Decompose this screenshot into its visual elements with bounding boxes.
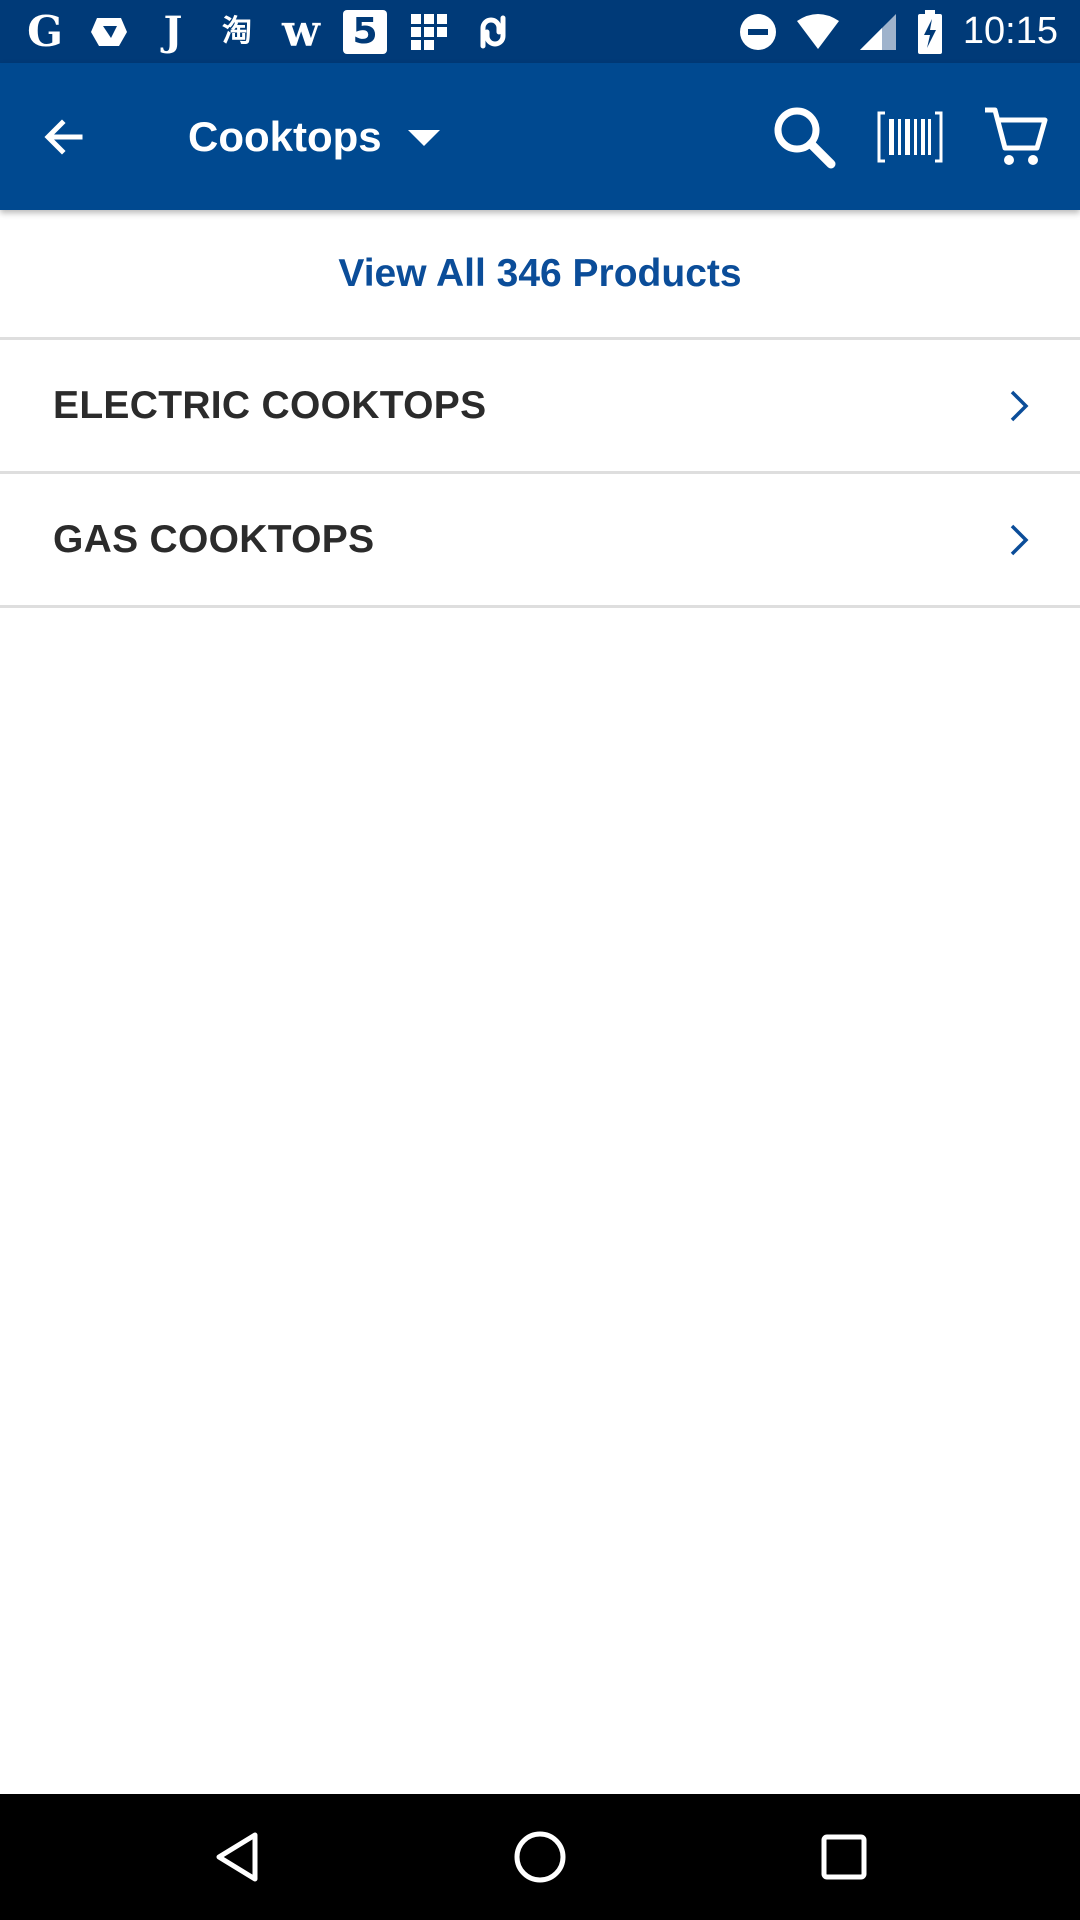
notification-icons: G J 淘 w 5 [22, 0, 516, 63]
chevron-right-icon [1004, 520, 1034, 560]
barcode-scan-icon [877, 111, 943, 163]
back-triangle-icon [216, 1832, 258, 1882]
search-button[interactable] [768, 101, 840, 173]
arrow-left-icon [44, 119, 83, 155]
view-all-label: View All 346 Products [338, 251, 742, 295]
search-icon [774, 107, 836, 169]
nav-back-button[interactable] [198, 1818, 276, 1896]
back-button[interactable] [30, 103, 98, 171]
status-time: 10:15 [962, 10, 1058, 52]
category-label: GAS COOKTOPS [53, 517, 375, 561]
link-icon [470, 9, 516, 55]
j-icon: J [163, 7, 183, 55]
wifi-icon [795, 9, 841, 55]
cart-button[interactable] [980, 101, 1052, 173]
google-icon: G [27, 6, 63, 56]
taobao-icon: 淘 [222, 13, 252, 49]
five-icon: 5 [342, 9, 388, 55]
system-navigation-bar [0, 1794, 1080, 1920]
status-bar: G J 淘 w 5 10:15 [0, 0, 1080, 63]
caret-down-icon [407, 130, 440, 146]
battery-charging-icon [915, 9, 945, 55]
chevron-right-icon [1004, 386, 1034, 426]
category-dropdown[interactable]: Cooktops [188, 101, 440, 173]
category-row-electric-cooktops[interactable]: ELECTRIC COOKTOPS [0, 340, 1080, 474]
home-circle-icon [514, 1831, 566, 1883]
barcode-scan-button[interactable] [874, 101, 946, 173]
view-all-products-link[interactable]: View All 346 Products [0, 210, 1080, 340]
nav-home-button[interactable] [501, 1818, 579, 1896]
grid-icon [406, 9, 452, 55]
nav-recents-button[interactable] [805, 1818, 883, 1896]
recents-square-icon [821, 1834, 867, 1880]
drive-icon [86, 9, 132, 55]
app-bar: Cooktops [0, 63, 1080, 210]
cell-signal-icon [855, 9, 901, 55]
category-label: ELECTRIC COOKTOPS [53, 383, 487, 427]
w-icon: w [282, 5, 320, 57]
category-row-gas-cooktops[interactable]: GAS COOKTOPS [0, 474, 1080, 608]
page-title: Cooktops [188, 113, 382, 160]
do-not-disturb-icon [735, 9, 781, 55]
cart-icon [985, 107, 1048, 165]
system-icons: 10:15 [735, 0, 1058, 63]
